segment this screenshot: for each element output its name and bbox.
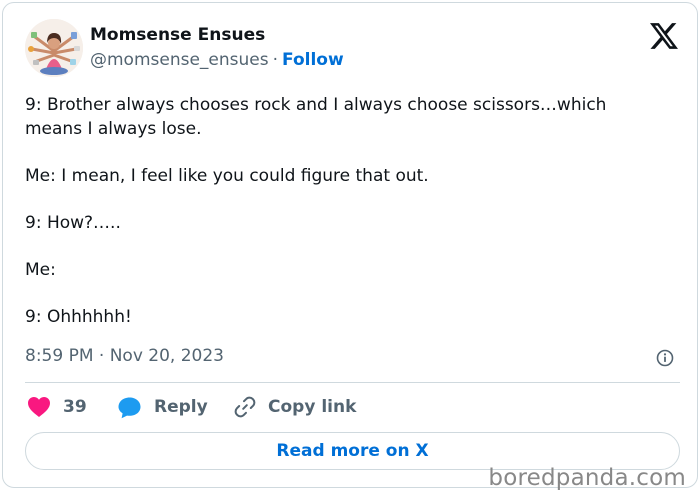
reply-button[interactable]: Reply	[117, 394, 208, 420]
divider	[25, 382, 680, 383]
tweet-paragraph: Me: I mean, I feel like you could figure…	[25, 166, 429, 186]
link-icon	[233, 395, 257, 419]
tweet-timestamp[interactable]: 8:59 PM · Nov 20, 2023	[25, 346, 224, 366]
follow-button[interactable]: Follow	[282, 50, 344, 70]
like-count: 39	[63, 397, 87, 417]
speech-bubble-icon	[117, 396, 142, 419]
x-logo-icon[interactable]	[650, 23, 678, 49]
avatar-illustration	[25, 19, 83, 77]
reply-label: Reply	[154, 397, 208, 417]
copy-link-label: Copy link	[268, 397, 357, 417]
action-bar: 39 Reply Copy link	[27, 394, 667, 420]
author-handle[interactable]: @momsense_ensues	[90, 50, 269, 70]
handle-separator: ·	[272, 50, 279, 70]
author-display-name[interactable]: Momsense Ensues	[90, 25, 265, 45]
tweet-card: Momsense Ensues @momsense_ensues · Follow …	[2, 2, 698, 488]
watermark: boredpanda.com	[488, 465, 686, 491]
tweet-text: 9: Brother always chooses rock and I alw…	[25, 93, 665, 329]
tweet-paragraph: 9: How?…..	[25, 213, 121, 233]
tweet-paragraph: Me:	[25, 260, 56, 280]
info-icon[interactable]	[656, 349, 674, 367]
heart-icon	[27, 396, 51, 418]
copy-link-button[interactable]: Copy link	[233, 394, 356, 420]
author-handle-row: @momsense_ensues · Follow	[90, 50, 344, 70]
tweet-paragraph: 9: Ohhhhhh!	[25, 307, 132, 327]
author-avatar[interactable]	[25, 19, 83, 77]
tweet-paragraph: 9: Brother always chooses rock and I alw…	[25, 95, 607, 139]
like-button[interactable]: 39	[27, 394, 87, 420]
